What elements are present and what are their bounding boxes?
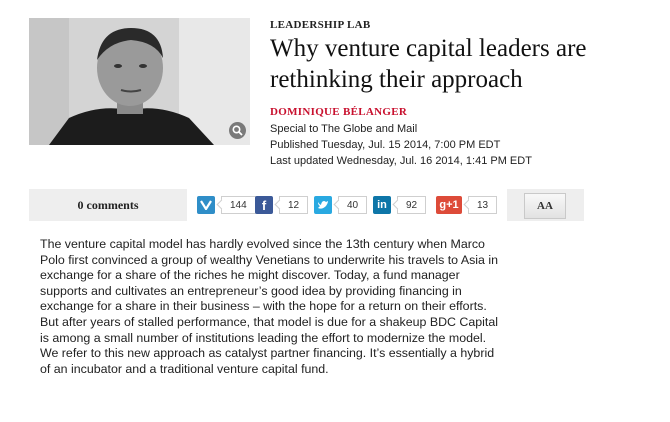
vine-share-button[interactable]: 144 xyxy=(197,196,256,214)
vine-share-count: 144 xyxy=(221,196,256,214)
twitter-share-button[interactable]: 40 xyxy=(314,196,368,214)
zoom-icon[interactable] xyxy=(229,122,246,139)
published-timestamp: Published Tuesday, Jul. 15 2014, 7:00 PM… xyxy=(270,139,501,151)
article-body-paragraph: The venture capital model has hardly evo… xyxy=(40,237,499,376)
facebook-share-count: 12 xyxy=(279,196,309,214)
article-headline: Why venture capital leaders are rethinki… xyxy=(270,35,587,93)
section-kicker[interactable]: LEADERSHIP LAB xyxy=(270,19,370,31)
author-byline[interactable]: DOMINIQUE BÉLANGER xyxy=(270,106,407,118)
linkedin-icon: in xyxy=(373,196,391,214)
facebook-share-button[interactable]: f 12 xyxy=(255,196,309,214)
updated-timestamp: Last updated Wednesday, Jul. 16 2014, 1:… xyxy=(270,155,532,167)
vine-icon xyxy=(197,196,215,214)
linkedin-share-count: 92 xyxy=(397,196,427,214)
twitter-icon xyxy=(314,196,332,214)
author-photo[interactable] xyxy=(29,18,250,145)
author-portrait-image xyxy=(29,18,250,145)
gplus-share-count: 13 xyxy=(468,196,498,214)
gplus-share-button[interactable]: g+1 13 xyxy=(436,196,498,214)
gplus-icon: g+1 xyxy=(436,196,462,214)
comments-button[interactable]: 0 comments xyxy=(29,189,187,221)
linkedin-share-button[interactable]: in 92 xyxy=(373,196,427,214)
twitter-share-count: 40 xyxy=(338,196,368,214)
text-size-button[interactable]: AA xyxy=(524,193,566,219)
author-affiliation: Special to The Globe and Mail xyxy=(270,123,418,135)
facebook-icon: f xyxy=(255,196,273,214)
